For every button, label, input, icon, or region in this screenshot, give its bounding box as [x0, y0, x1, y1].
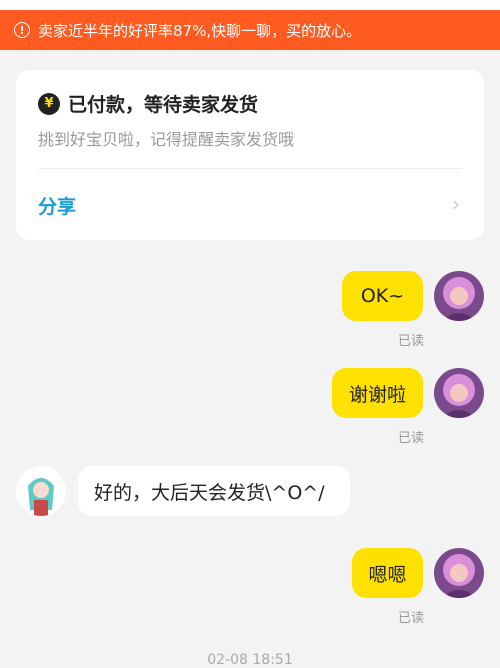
- message-bubble-outgoing[interactable]: 谢谢啦: [332, 368, 423, 418]
- card-divider: [38, 168, 462, 169]
- yen-coin-icon: ¥: [38, 92, 60, 115]
- seller-rating-banner: ! 卖家近半年的好评率87%,快聊一聊，买的放心。: [0, 10, 500, 50]
- message-bubble-incoming[interactable]: 好的，大后天会发货\^O^/: [78, 466, 350, 516]
- message-bubble-outgoing[interactable]: OK~: [342, 271, 423, 321]
- share-button[interactable]: 分享: [38, 192, 76, 219]
- read-receipt: 已读: [398, 431, 425, 446]
- user-avatar[interactable]: [434, 271, 484, 321]
- read-receipt: 已读: [398, 334, 425, 349]
- order-status-subtitle: 挑到好宝贝啦，记得提醒卖家发货哦: [38, 130, 295, 149]
- status-bar: [0, 0, 500, 10]
- seller-avatar[interactable]: [16, 466, 66, 516]
- chevron-right-icon[interactable]: ›: [452, 192, 460, 216]
- message-timestamp: 02-08 18:51: [207, 652, 293, 668]
- exclamation-icon: !: [14, 22, 30, 38]
- order-status-header: ¥ 已付款，等待卖家发货: [38, 90, 258, 117]
- user-avatar[interactable]: [434, 368, 484, 418]
- message-bubble-outgoing[interactable]: 嗯嗯: [352, 548, 423, 598]
- read-receipt: 已读: [398, 611, 425, 626]
- user-avatar[interactable]: [434, 548, 484, 598]
- order-status-card: ¥ 已付款，等待卖家发货 挑到好宝贝啦，记得提醒卖家发货哦 分享 ›: [16, 70, 484, 240]
- banner-text: 卖家近半年的好评率87%,快聊一聊，买的放心。: [38, 21, 362, 40]
- order-status-title: 已付款，等待卖家发货: [68, 94, 259, 116]
